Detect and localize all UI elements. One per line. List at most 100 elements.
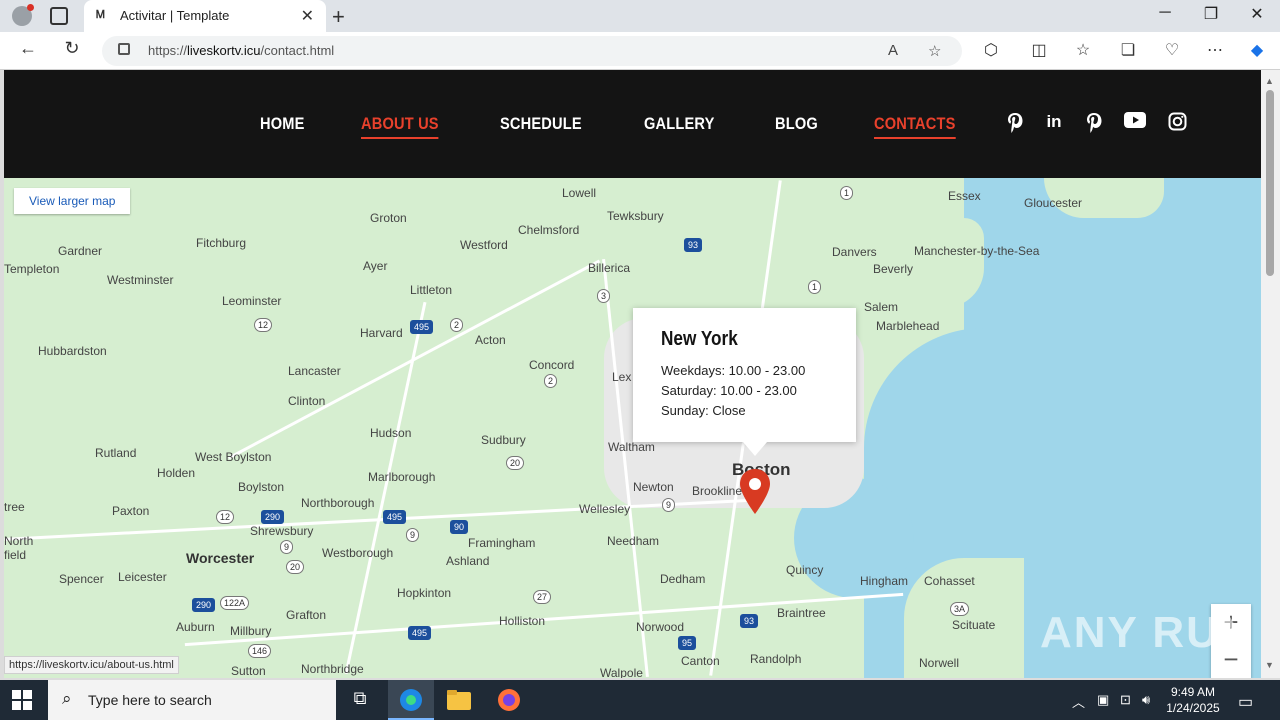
nav-about-us[interactable]: ABOUT US	[360, 114, 439, 139]
volume-icon[interactable]: 🔊︎	[1142, 692, 1150, 708]
clock-date: 1/24/2025	[1166, 701, 1220, 715]
pinterest-icon[interactable]	[1004, 112, 1026, 134]
map-label: Hubbardston	[38, 344, 107, 358]
map-label: Chelmsford	[518, 223, 580, 237]
map-label: Braintree	[777, 606, 826, 620]
linkedin-icon[interactable]: in	[1043, 112, 1065, 134]
taskbar-clock[interactable]: 9:49 AM 1/24/2025	[1160, 684, 1226, 716]
tab-actions-icon[interactable]	[50, 7, 68, 25]
map-label: Spencer	[59, 572, 104, 586]
extensions-icon[interactable]: ⬡	[980, 40, 1002, 60]
window-close-icon[interactable]: ✕	[1234, 4, 1280, 24]
split-screen-icon[interactable]: ◫	[1028, 40, 1050, 60]
browser-essentials-icon[interactable]: ♡	[1161, 40, 1183, 60]
map-label: Northborough	[301, 496, 375, 510]
search-icon: ⌕	[62, 689, 72, 708]
route-shield: 12	[216, 510, 235, 524]
route-shield: 1	[840, 186, 854, 200]
map-label: Danvers	[832, 245, 877, 259]
route-shield: 9	[280, 540, 294, 554]
lock-icon[interactable]	[118, 43, 130, 55]
map-label: Westford	[460, 238, 508, 252]
status-bar-url: https://liveskortv.icu/about-us.html	[4, 656, 179, 674]
scroll-up-icon[interactable]: ▲	[1265, 76, 1274, 86]
view-larger-map-link[interactable]: View larger map	[14, 188, 131, 214]
map-label: Gloucester	[1024, 196, 1083, 210]
map-label: Auburn	[176, 620, 215, 634]
map-label: Wellesley	[579, 502, 631, 516]
map-label: Paxton	[112, 504, 150, 518]
map-label: Waltham	[608, 440, 655, 454]
map-label: Needham	[607, 534, 660, 548]
tray-chevron-icon[interactable]: ︿	[1072, 692, 1085, 711]
file-explorer-icon[interactable]	[447, 690, 471, 710]
map-label: Gardner	[58, 244, 103, 258]
map-label: West Boylston	[195, 450, 272, 464]
route-shield: 9	[406, 528, 420, 542]
route-shield: 2	[544, 374, 558, 388]
read-aloud-icon[interactable]: A	[888, 42, 898, 59]
favorite-star-icon[interactable]: ☆	[928, 42, 941, 60]
profile-icon[interactable]	[12, 4, 34, 26]
page-scrollbar[interactable]: ▲ ▼	[1261, 70, 1280, 678]
route-shield: 20	[506, 456, 525, 470]
task-view-icon[interactable]: ⧉	[348, 688, 372, 712]
edge-taskbar-button[interactable]	[388, 680, 434, 720]
map-label: Westborough	[322, 546, 394, 560]
notification-dot	[27, 4, 34, 11]
route-shield: 95	[678, 636, 697, 650]
favorites-icon[interactable]: ☆	[1072, 40, 1094, 60]
nav-gallery[interactable]: GALLERY	[644, 114, 715, 139]
notifications-icon[interactable]: ▭	[1238, 692, 1253, 712]
map-label: Hudson	[370, 426, 412, 440]
map-label: Norwell	[919, 656, 960, 670]
route-shield: 2	[450, 318, 464, 332]
edge-icon	[400, 689, 422, 711]
map-label: Harvard	[360, 326, 403, 340]
nav-contacts[interactable]: CONTACTS	[874, 114, 956, 139]
map-label: Scituate	[952, 618, 996, 632]
youtube-icon[interactable]	[1122, 112, 1148, 134]
instagram-icon[interactable]	[1166, 112, 1188, 134]
taskbar-search-field[interactable]: ⌕ Type here to search	[48, 680, 336, 720]
browser-tab[interactable]: Ꮇ Activitar | Template ✕	[84, 0, 326, 32]
google-map[interactable]: Lowell Tewksbury Groton Chelmsford Westf…	[4, 178, 1261, 678]
back-icon[interactable]: ←	[16, 38, 40, 59]
reload-icon[interactable]: ↻	[60, 38, 84, 59]
map-label: Leominster	[222, 294, 282, 308]
copilot-icon[interactable]: ◆	[1246, 40, 1268, 60]
pinterest-icon[interactable]	[1083, 112, 1105, 134]
restore-icon[interactable]: ❐	[1188, 4, 1234, 24]
tray-device-icon[interactable]: ▣	[1097, 692, 1109, 708]
windows-start-icon[interactable]	[12, 690, 32, 710]
nav-schedule[interactable]: SCHEDULE	[500, 114, 582, 139]
clock-time: 9:49 AM	[1170, 685, 1216, 699]
tab-close-icon[interactable]: ✕	[301, 6, 314, 26]
map-label: Framingham	[468, 536, 536, 550]
map-label: tree	[4, 500, 25, 514]
map-label: Lancaster	[288, 364, 341, 378]
map-label: Lex	[612, 370, 632, 384]
route-shield: 495	[383, 510, 407, 524]
tab-favicon-icon: Ꮇ	[96, 9, 105, 21]
map-pin-icon[interactable]	[738, 468, 772, 516]
firefox-icon[interactable]	[497, 688, 521, 712]
new-tab-icon[interactable]: +	[332, 4, 345, 30]
minimize-icon[interactable]: ─	[1142, 4, 1188, 22]
more-menu-icon[interactable]: ⋯	[1204, 40, 1226, 60]
info-line-saturday: Saturday: 10.00 - 23.00	[661, 383, 797, 398]
nav-blog[interactable]: BLOG	[775, 114, 818, 139]
collections-icon[interactable]: ❏	[1117, 40, 1139, 60]
scrollbar-thumb[interactable]	[1266, 90, 1274, 276]
road	[344, 301, 427, 675]
url-field[interactable]: https://liveskortv.icu/contact.html A ☆	[102, 36, 962, 66]
nav-home[interactable]: HOME	[260, 114, 305, 139]
map-label: Hingham	[860, 574, 909, 588]
watermark-logo: ANY RUN	[1040, 608, 1254, 657]
map-label: Clinton	[288, 394, 326, 408]
network-icon[interactable]: ⊡	[1120, 692, 1131, 708]
map-label: North	[4, 534, 34, 548]
map-label: Billerica	[588, 261, 631, 275]
scroll-down-icon[interactable]: ▼	[1265, 660, 1274, 670]
map-label: Concord	[529, 358, 575, 372]
